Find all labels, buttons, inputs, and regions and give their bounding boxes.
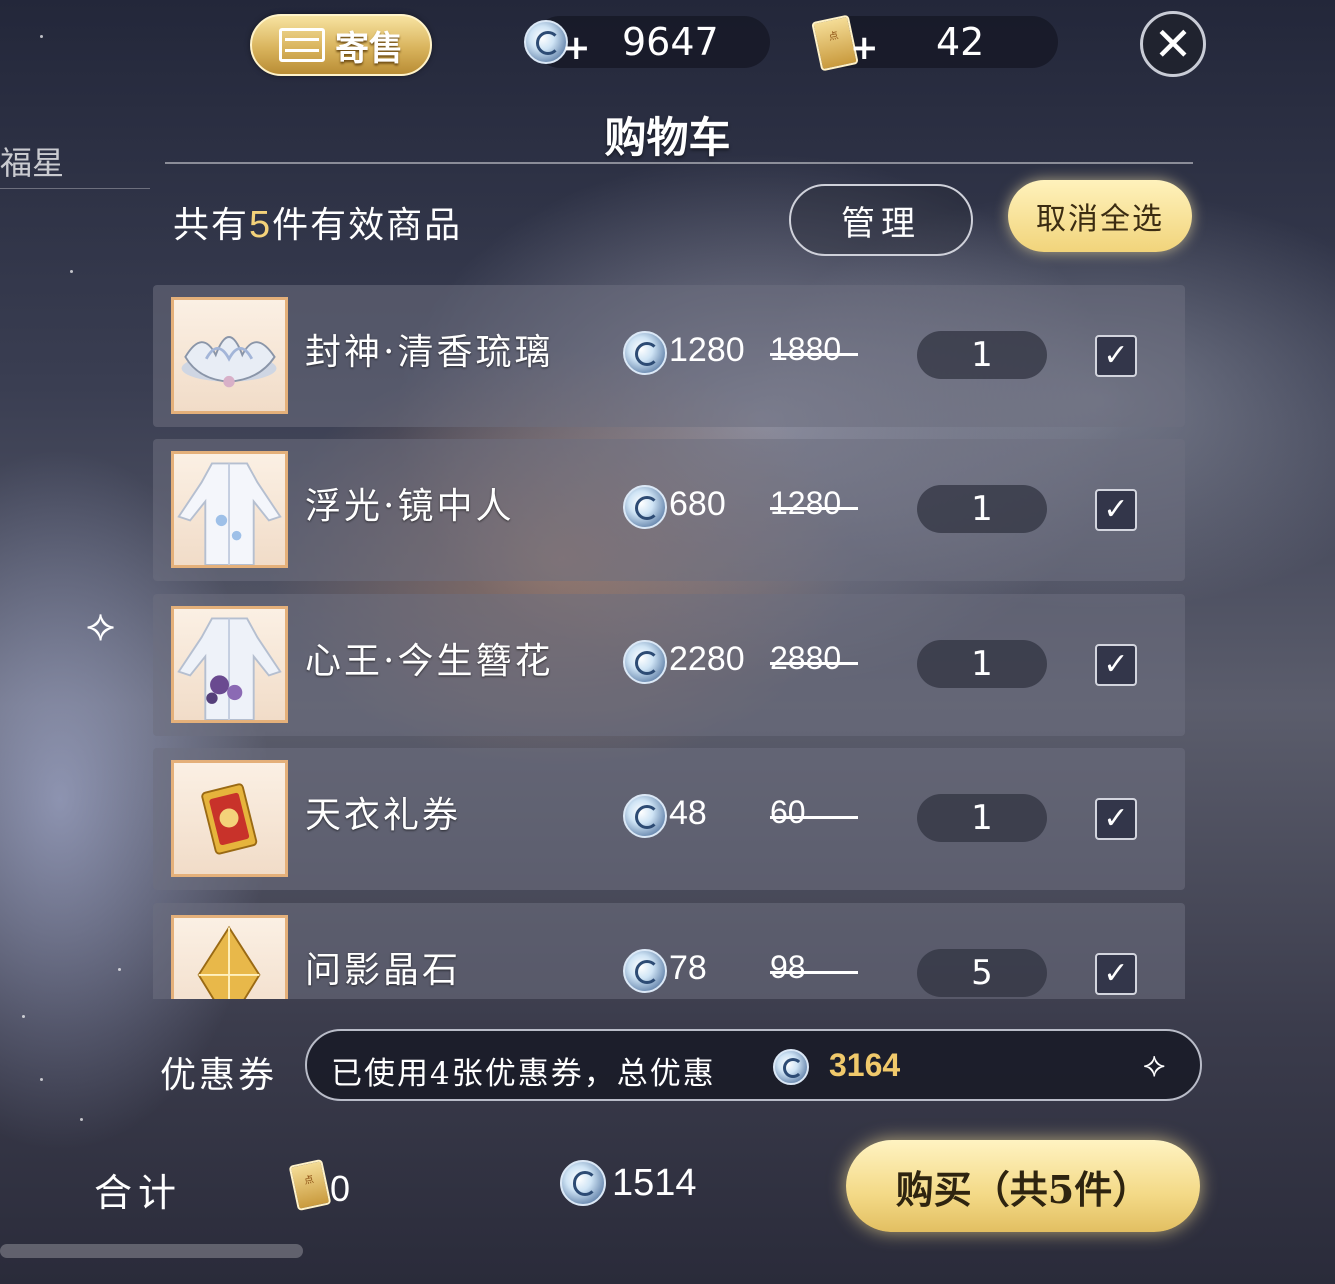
jade-coin-icon (623, 485, 667, 529)
original-price-text: 98 (770, 949, 806, 985)
white-robe-icon (171, 451, 288, 568)
strikethrough-line (770, 353, 858, 356)
item-name: 天衣礼券 (305, 795, 462, 836)
total-jade: 1514 (612, 1162, 697, 1204)
coupon-discount-amount: 3164 (829, 1047, 901, 1083)
item-checkbox[interactable]: ✓ (1095, 335, 1137, 377)
add-jade-icon[interactable]: + (562, 28, 591, 68)
item-original-price: 2880 (770, 640, 858, 677)
buy-button[interactable]: 购买（共5件） (846, 1140, 1200, 1232)
jade-coin-icon (560, 1160, 606, 1206)
star-decoration (70, 270, 73, 273)
side-divider (0, 188, 150, 189)
summary-prefix: 共有 (173, 205, 250, 246)
original-price-text: 1880 (770, 331, 842, 367)
jade-coin-icon (623, 794, 667, 838)
strikethrough-line (770, 816, 858, 819)
item-original-price: 1880 (770, 331, 858, 368)
star-decoration (22, 1015, 25, 1018)
item-price: 1280 (669, 331, 745, 369)
cart-item-list[interactable]: 封神·清香琉璃 1280 1880 1 ✓ 浮光·镜中人 680 1280 1 … (153, 285, 1185, 999)
valid-items-summary: 共有5件有效商品 (173, 196, 462, 248)
total-points: 0 (330, 1168, 351, 1209)
star-decoration (40, 35, 43, 38)
original-price-text: 1280 (770, 485, 842, 521)
item-price: 2280 (669, 640, 745, 678)
jade-currency-display: + 9647 (524, 16, 770, 68)
item-name: 问影晶石 (305, 950, 462, 991)
close-button[interactable]: ✕ (1140, 11, 1206, 77)
item-price: 680 (669, 485, 726, 523)
quantity-stepper[interactable]: 5 (917, 949, 1047, 997)
points-currency-display: + 42 (811, 14, 1058, 72)
cart-item-row: 浮光·镜中人 680 1280 1 ✓ (153, 439, 1185, 581)
item-checkbox[interactable]: ✓ (1095, 644, 1137, 686)
cart-item-row: 天衣礼券 48 60 1 ✓ (153, 748, 1185, 890)
coupon-selector[interactable]: 已使用4张优惠券，总优惠 3164 ⟡ (305, 1029, 1202, 1101)
original-price-text: 2880 (770, 640, 842, 676)
point-scroll-icon (288, 1158, 332, 1212)
cart-item-row: 问影晶石 78 98 5 ✓ (153, 903, 1185, 999)
total-label: 合计 (94, 1171, 183, 1215)
lotus-icon (171, 297, 288, 414)
cart-item-row: 心王·今生簪花 2280 2880 1 ✓ (153, 594, 1185, 736)
item-name: 心王·今生簪花 (305, 641, 554, 682)
item-original-price: 1280 (770, 485, 858, 522)
crystal-icon (171, 915, 288, 999)
jade-coin-icon (623, 949, 667, 993)
deselect-all-button[interactable]: 取消全选 (1008, 180, 1192, 252)
jade-coin-icon (623, 331, 667, 375)
item-name: 封神·清香琉璃 (305, 332, 554, 373)
item-name: 浮光·镜中人 (305, 486, 515, 527)
quantity-stepper[interactable]: 1 (917, 485, 1047, 533)
cart-item-row: 封神·清香琉璃 1280 1880 1 ✓ (153, 285, 1185, 427)
ticket-icon (171, 760, 288, 877)
item-original-price: 60 (770, 794, 858, 831)
expand-arrow-icon[interactable]: ⟡ (86, 600, 115, 651)
original-price-text: 60 (770, 794, 806, 830)
jade-coin-icon (773, 1049, 809, 1085)
coupon-label: 优惠券 (160, 1055, 278, 1096)
add-points-icon[interactable]: + (850, 28, 879, 68)
chevron-right-icon: ⟡ (1143, 1045, 1166, 1085)
strikethrough-line (770, 662, 858, 665)
star-decoration (40, 1078, 43, 1081)
close-icon: ✕ (1153, 17, 1193, 71)
quantity-stepper[interactable]: 1 (917, 331, 1047, 379)
consign-label: 寄售 (335, 28, 403, 69)
strikethrough-line (770, 507, 858, 510)
summary-suffix: 件有效商品 (272, 205, 463, 246)
title-divider (165, 162, 1193, 164)
summary-count: 5 (249, 204, 273, 246)
jade-amount: 9647 (622, 20, 719, 64)
page-title: 购物车 (604, 113, 731, 162)
flower-robe-icon (171, 606, 288, 723)
item-checkbox[interactable]: ✓ (1095, 798, 1137, 840)
jade-coin-icon (623, 640, 667, 684)
quantity-stepper[interactable]: 1 (917, 640, 1047, 688)
points-amount: 42 (936, 20, 985, 64)
abacus-icon (279, 28, 325, 62)
star-decoration (118, 968, 121, 971)
strikethrough-line (770, 971, 858, 974)
quantity-stepper[interactable]: 1 (917, 794, 1047, 842)
item-original-price: 98 (770, 949, 858, 986)
item-price: 78 (669, 949, 707, 987)
coupon-description: 已使用4张优惠券，总优惠 (331, 1056, 716, 1092)
consign-button[interactable]: 寄售 (250, 14, 432, 76)
item-checkbox[interactable]: ✓ (1095, 489, 1137, 531)
manage-button[interactable]: 管理 (789, 184, 973, 256)
item-price: 48 (669, 794, 707, 832)
star-decoration (80, 1118, 83, 1121)
item-checkbox[interactable]: ✓ (1095, 953, 1137, 995)
scrollbar[interactable] (0, 1244, 303, 1258)
